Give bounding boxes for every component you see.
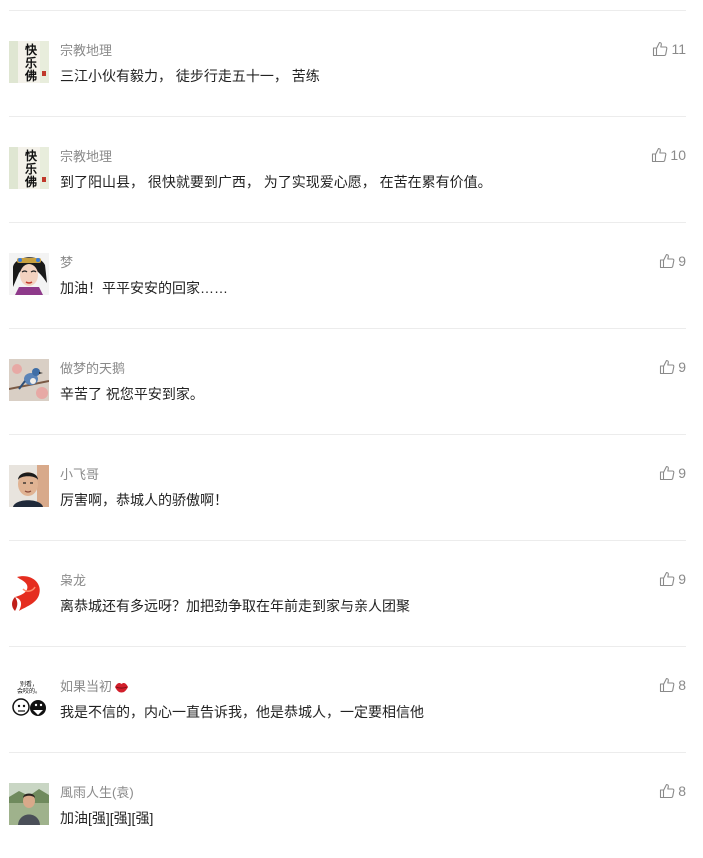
calligraphy-char: 快 [25, 42, 38, 57]
like-button[interactable]: 9 [659, 464, 686, 482]
thumbs-up-icon [660, 465, 675, 481]
username-text: 如果当初 [60, 679, 113, 694]
like-button[interactable]: 11 [652, 40, 686, 58]
thumbs-up-icon [652, 147, 667, 163]
thumbs-up-icon [660, 571, 675, 587]
calligraphy-char: 乐 [25, 161, 37, 176]
comment-text: 加油[强][强][强] [60, 810, 154, 826]
like-button[interactable]: 9 [659, 358, 686, 376]
comment-item: 做梦的天鹅 辛苦了 祝您平安到家。 9 [9, 329, 686, 435]
comment-item: 快 乐 佛 宗教地理 三江小伙有毅力， 徒步行走五十一， 苦练 11 [9, 11, 686, 117]
like-count: 9 [678, 465, 686, 481]
thumbs-up-icon [660, 253, 675, 269]
cartoon-comic-avatar-image: 别看， 会咬的。 [9, 677, 49, 719]
like-count: 9 [678, 571, 686, 587]
calligraphy-avatar-image: 快 乐 佛 [9, 41, 49, 83]
comment-text: 加油！平平安安的回家…… [60, 280, 228, 296]
username[interactable]: 宗教地理 [60, 42, 112, 60]
thumbs-up-icon [653, 41, 668, 57]
comment-item: 風雨人生(袁) 加油[强][强][强] 8 [9, 753, 686, 858]
comment-text: 三江小伙有毅力， 徒步行走五十一， 苦练 [60, 68, 320, 84]
username[interactable]: 小飞哥 [60, 466, 99, 484]
username[interactable]: 風雨人生(袁) [60, 784, 134, 802]
like-button[interactable]: 8 [659, 676, 686, 694]
comment-text: 我是不信的，内心一直告诉我，他是恭城人，一定要相信他 [60, 704, 424, 720]
like-count: 10 [670, 147, 686, 163]
like-count: 9 [678, 359, 686, 375]
comment-text: 离恭城还有多远呀？加把劲争取在年前走到家与亲人团聚 [60, 598, 410, 614]
calligraphy-char: 佛 [24, 68, 37, 83]
like-count: 8 [678, 677, 686, 693]
avatar[interactable] [9, 465, 49, 507]
avatar[interactable] [9, 783, 49, 825]
username[interactable]: 梦 [60, 254, 73, 272]
comment-item: 枭龙 离恭城还有多远呀？加把劲争取在年前走到家与亲人团聚 9 [9, 541, 686, 647]
avatar[interactable] [9, 359, 49, 401]
avatar[interactable]: 别看， 会咬的。 [9, 677, 49, 719]
like-button[interactable]: 10 [651, 146, 686, 164]
username[interactable]: 做梦的天鹅 [60, 360, 125, 378]
calligraphy-avatar-image: 快 乐 佛 [9, 147, 49, 189]
red-koi-avatar-image [9, 571, 49, 613]
bird-avatar-image [9, 359, 49, 401]
thumbs-up-icon [660, 783, 675, 799]
calligraphy-char: 佛 [24, 174, 37, 189]
calligraphy-char: 快 [25, 148, 38, 163]
comment-text: 到了阳山县， 很快就要到广西， 为了实现爱心愿， 在苦在累有价值。 [60, 174, 492, 190]
comment-item: 别看， 会咬的。 如果当初 我是不信的，内心一直告诉我，他是恭城人，一定要相信他… [9, 647, 686, 753]
username[interactable]: 如果当初 [60, 678, 129, 699]
like-count: 9 [678, 253, 686, 269]
calligraphy-char: 乐 [25, 55, 37, 70]
comment-item: 梦 加油！平平安安的回家…… 9 [9, 223, 686, 329]
username[interactable]: 宗教地理 [60, 148, 112, 166]
like-button[interactable]: 9 [659, 570, 686, 588]
like-count: 8 [678, 783, 686, 799]
man-portrait-avatar-image [9, 465, 49, 507]
comment-text: 辛苦了 祝您平安到家。 [60, 386, 204, 402]
comic-caption: 会咬的。 [17, 687, 41, 695]
thumbs-up-icon [660, 359, 675, 375]
comic-caption: 别看， [20, 680, 38, 688]
comment-item: 小飞哥 厉害啊，恭城人的骄傲啊！ 9 [9, 435, 686, 541]
comment-text: 厉害啊，恭城人的骄傲啊！ [60, 492, 228, 508]
like-count: 11 [671, 41, 686, 57]
avatar[interactable] [9, 253, 49, 295]
outdoor-man-avatar-image [9, 783, 49, 825]
avatar[interactable]: 快 乐 佛 [9, 41, 49, 83]
opera-woman-avatar-image [9, 253, 49, 295]
lips-icon [114, 680, 129, 699]
avatar[interactable]: 快 乐 佛 [9, 147, 49, 189]
avatar[interactable] [9, 571, 49, 613]
like-button[interactable]: 8 [659, 782, 686, 800]
username[interactable]: 枭龙 [60, 572, 86, 590]
comment-item: 快 乐 佛 宗教地理 到了阳山县， 很快就要到广西， 为了实现爱心愿， 在苦在累… [9, 117, 686, 223]
comment-list: 快 乐 佛 宗教地理 三江小伙有毅力， 徒步行走五十一， 苦练 11 快 乐 佛 [9, 10, 686, 858]
like-button[interactable]: 9 [659, 252, 686, 270]
thumbs-up-icon [660, 677, 675, 693]
